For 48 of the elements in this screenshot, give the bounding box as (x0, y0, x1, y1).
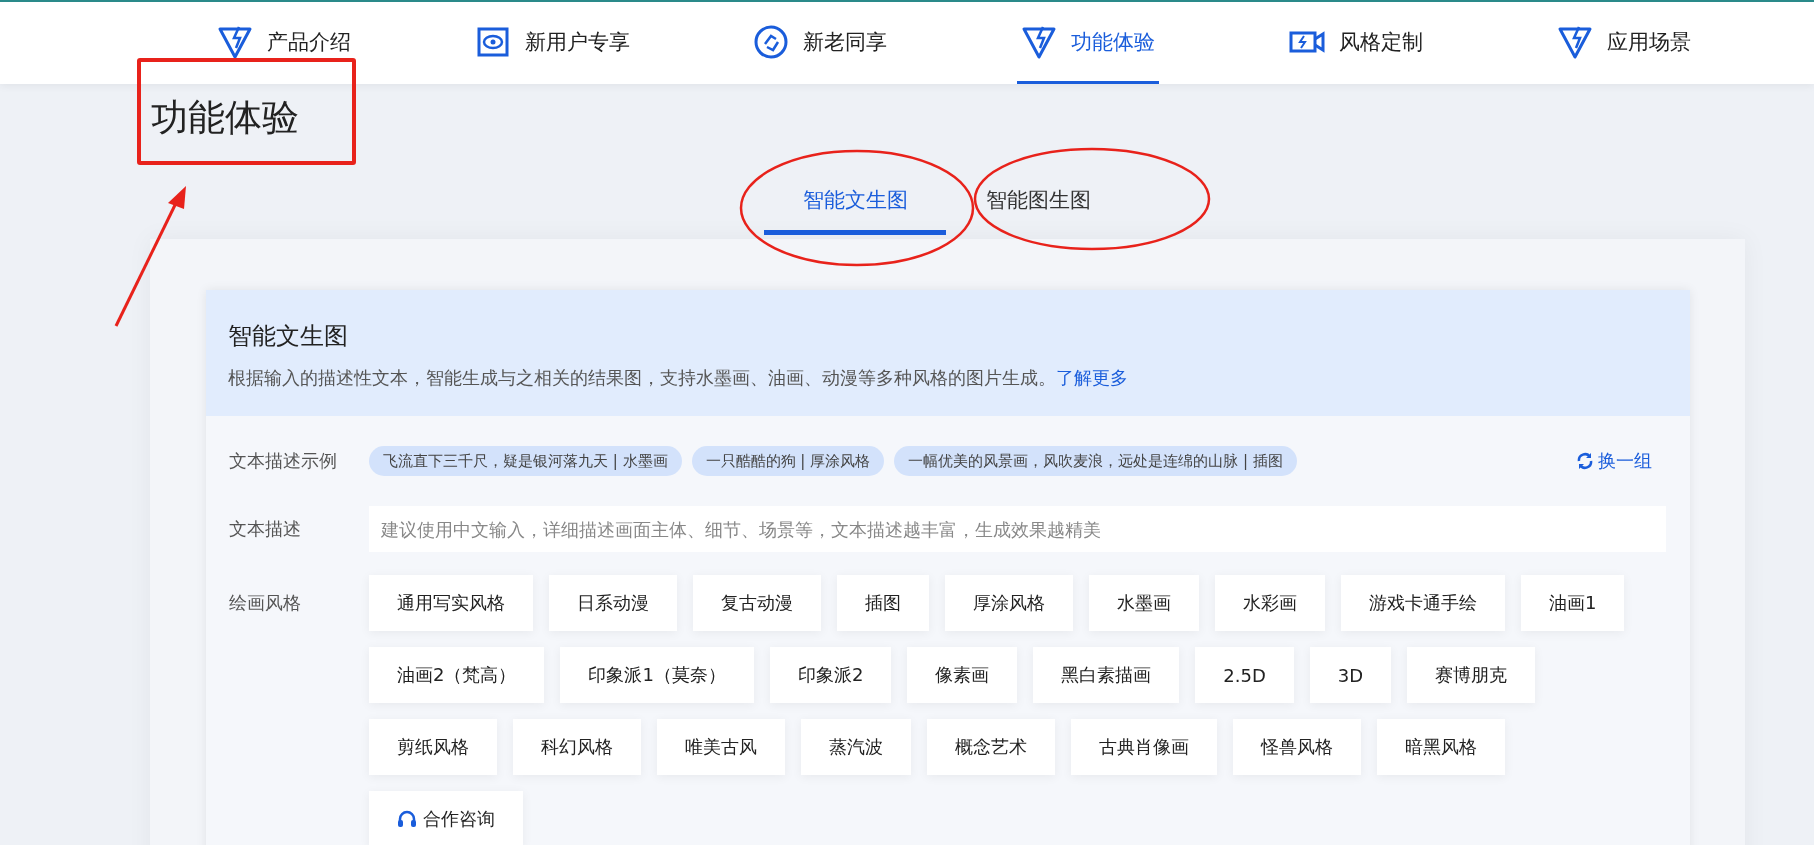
field-label: 文本描述示例 (229, 449, 338, 473)
example-chip[interactable]: 一幅优美的风景画，风吹麦浪，远处是连绵的山脉 | 插图 (894, 446, 1297, 476)
style-button[interactable]: 黑白素描画 (1033, 647, 1180, 703)
style-button[interactable]: 科幻风格 (513, 719, 641, 775)
nav-tab[interactable]: 新用户专享 (470, 2, 634, 84)
style-button[interactable]: 赛博朋克 (1407, 647, 1536, 703)
style-button[interactable]: 3D (1309, 647, 1392, 703)
field-label: 文本描述 (229, 517, 302, 541)
page-title: 功能体验 (151, 95, 299, 141)
style-button[interactable]: 插图 (837, 575, 929, 631)
field-label: 绘画风格 (229, 591, 302, 615)
style-button[interactable]: 通用写实风格 (369, 575, 533, 631)
refresh-link[interactable]: 换一组 (1576, 449, 1652, 473)
circle-link-icon (753, 23, 789, 60)
style-button[interactable]: 水彩画 (1215, 575, 1325, 631)
consult-button[interactable]: 合作咨询 (369, 791, 523, 845)
style-button[interactable]: 怪兽风格 (1233, 719, 1361, 775)
style-button[interactable]: 暗黑风格 (1377, 719, 1505, 775)
style-button[interactable]: 复古动漫 (693, 575, 821, 631)
card-description: 根据输入的描述性文本，智能生成与之相关的结果图，支持水墨画、油画、动漫等多种风格的图片生成。了解更多 (228, 366, 1129, 390)
style-button[interactable]: 印象派2 (769, 647, 892, 703)
style-button[interactable]: 唯美古风 (657, 719, 785, 775)
style-button[interactable]: 2.5D (1195, 647, 1294, 703)
learn-more-link[interactable]: 了解更多 (1056, 367, 1128, 388)
refresh-icon (1576, 452, 1594, 470)
style-button[interactable]: 厚涂风格 (945, 575, 1073, 631)
description-input[interactable]: 建议使用中文输入，详细描述画面主体、细节、场景等，文本描述越丰富，生成效果越精美 (369, 506, 1666, 552)
style-button[interactable]: 水墨画 (1089, 575, 1199, 631)
style-button[interactable]: 油画2（梵高） (369, 647, 545, 703)
nav-tab[interactable]: 产品介绍 (213, 2, 355, 84)
card-title: 智能文生图 (228, 321, 349, 352)
style-button[interactable]: 印象派1（莫奈） (560, 647, 754, 703)
style-button[interactable]: 游戏卡通手绘 (1341, 575, 1505, 631)
nav-tab[interactable]: 应用场景 (1553, 2, 1695, 84)
nav-tab[interactable]: 功能体验 (1017, 2, 1159, 84)
tab[interactable]: 智能图生图 (986, 170, 1103, 235)
nav-tab[interactable]: 风格定制 (1285, 2, 1427, 84)
style-button[interactable]: 像素画 (907, 647, 1018, 703)
example-chip[interactable]: 飞流直下三千尺，疑是银河落九天 | 水墨画 (369, 446, 682, 476)
style-button[interactable]: 概念艺术 (927, 719, 1055, 775)
style-button[interactable]: 日系动漫 (549, 575, 677, 631)
nav-tab[interactable]: 新老同享 (749, 2, 891, 84)
style-button[interactable]: 油画1 (1521, 575, 1625, 631)
style-button[interactable]: 蒸汽波 (801, 719, 911, 775)
headset-icon (397, 809, 417, 829)
style-button[interactable]: 剪纸风格 (369, 719, 497, 775)
example-chip[interactable]: 一只酷酷的狗 | 厚涂风格 (691, 446, 885, 476)
style-button[interactable]: 古典肖像画 (1071, 719, 1217, 775)
